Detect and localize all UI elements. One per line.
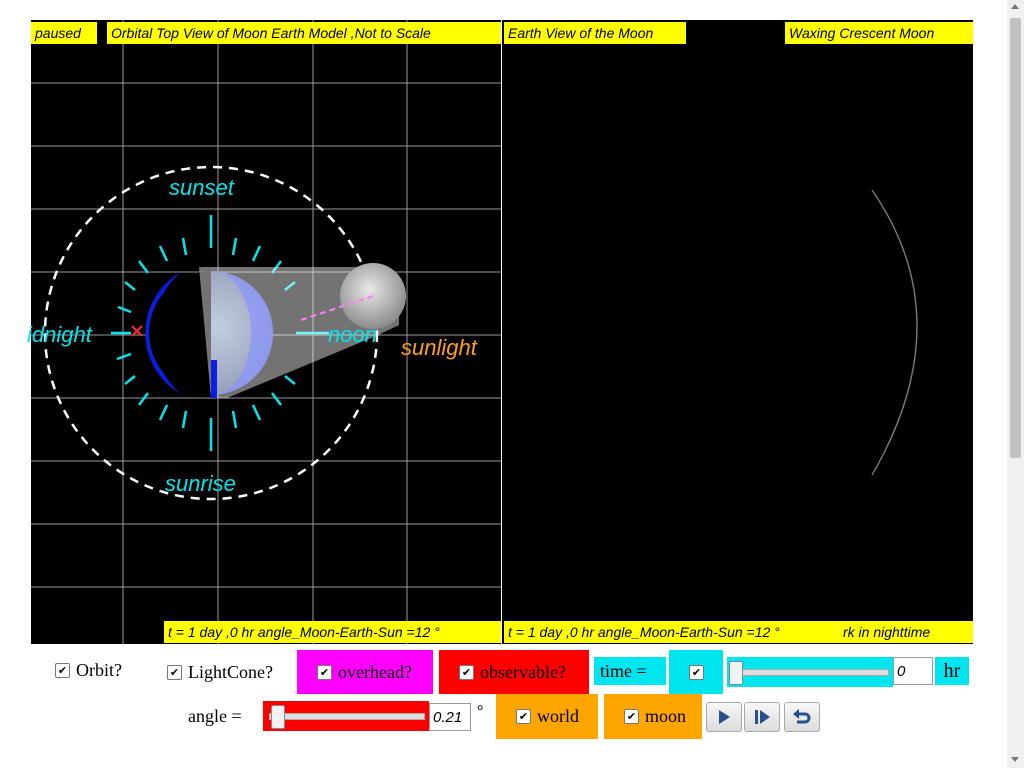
checkbox-icon[interactable]: ✔ — [167, 664, 182, 680]
scrollbar-thumb[interactable] — [1010, 18, 1021, 458]
time-unit-text: hr — [943, 659, 961, 682]
nighttime-note: rk in nighttime — [839, 621, 973, 643]
world-checkbox-label: world — [537, 706, 579, 726]
checkbox-icon[interactable]: ✔ — [624, 709, 639, 724]
orbit-checkbox[interactable]: ✔ Orbit? — [55, 655, 122, 685]
vertical-scrollbar[interactable] — [1007, 0, 1024, 768]
moon-checkbox[interactable]: ✔ moon — [604, 694, 702, 739]
angle-slider[interactable] — [263, 701, 429, 731]
moon-phase-label: Waxing Crescent Moon — [785, 22, 973, 44]
earth-view-panel[interactable]: Earth View of the Moon Waxing Crescent M… — [502, 20, 973, 644]
sunrise-label: sunrise — [165, 471, 236, 496]
time-unit: hr — [935, 657, 969, 685]
checkbox-icon[interactable]: ✔ — [459, 664, 474, 680]
angle-unit-text: ° — [477, 703, 484, 720]
observable-checkbox[interactable]: ✔ observable? — [439, 650, 589, 694]
world-checkbox[interactable]: ✔ world — [496, 694, 598, 739]
time-slider[interactable] — [727, 657, 893, 687]
angle-label: angle = — [188, 701, 242, 731]
lightcone-checkbox[interactable]: ✔ LightCone? — [149, 650, 293, 694]
overhead-checkbox[interactable]: ✔ overhead? — [297, 650, 433, 694]
angle-slider-track — [269, 713, 425, 720]
checkbox-icon[interactable]: ✔ — [689, 664, 704, 680]
time-slider-thumb[interactable] — [729, 661, 743, 685]
time-checkbox[interactable]: ✔ — [669, 650, 723, 694]
checkbox-icon[interactable]: ✔ — [55, 662, 70, 678]
earth-view-canvas[interactable] — [502, 20, 973, 644]
earth-observer-marker — [211, 360, 217, 398]
angle-slider-thumb[interactable] — [271, 705, 285, 729]
angle-value-input[interactable]: 0.21 — [429, 703, 471, 731]
overhead-checkbox-label: overhead? — [338, 661, 412, 682]
scroll-up-arrow[interactable] — [1011, 4, 1019, 9]
noon-label: noon — [328, 322, 377, 347]
time-slider-track — [733, 669, 889, 676]
orbital-view-canvas[interactable] — [31, 20, 501, 644]
orbit-checkbox-label: Orbit? — [76, 659, 122, 680]
moon-crescent-limb — [871, 189, 918, 476]
time-label-text: time = — [600, 660, 647, 681]
status-label: paused — [31, 22, 97, 44]
play-icon — [719, 710, 730, 724]
checkbox-icon[interactable]: ✔ — [317, 664, 332, 680]
midnight-label: idnight — [27, 322, 92, 347]
orbital-view-title: Orbital Top View of Moon Earth Model ,No… — [107, 22, 501, 44]
lightcone-checkbox-label: LightCone? — [188, 661, 273, 682]
moon-checkbox-label: moon — [645, 706, 687, 726]
observable-checkbox-label: observable? — [480, 661, 566, 682]
sunset-label: sunset — [169, 175, 234, 200]
angle-unit: ° — [477, 701, 483, 723]
step-icon — [755, 710, 770, 724]
time-label: time = — [594, 657, 666, 685]
earth-view-title: Earth View of the Moon — [504, 22, 686, 44]
step-button[interactable] — [744, 702, 780, 732]
time-value-input[interactable]: 0 — [893, 657, 933, 685]
checkbox-icon[interactable]: ✔ — [516, 709, 531, 724]
right-time-readout: t = 1 day ,0 hr angle_Moon-Earth-Sun =12… — [504, 621, 839, 643]
angle-label-text: angle = — [188, 705, 242, 726]
reset-icon — [793, 709, 811, 724]
orbital-view-panel[interactable]: paused Orbital Top View of Moon Earth Mo… — [27, 20, 501, 644]
reset-button[interactable] — [784, 702, 820, 732]
play-button[interactable] — [706, 702, 742, 732]
sunlight-label: sunlight — [401, 335, 477, 360]
scroll-down-arrow[interactable] — [1011, 757, 1019, 762]
left-time-readout: t = 1 day ,0 hr angle_Moon-Earth-Sun =12… — [164, 621, 501, 643]
